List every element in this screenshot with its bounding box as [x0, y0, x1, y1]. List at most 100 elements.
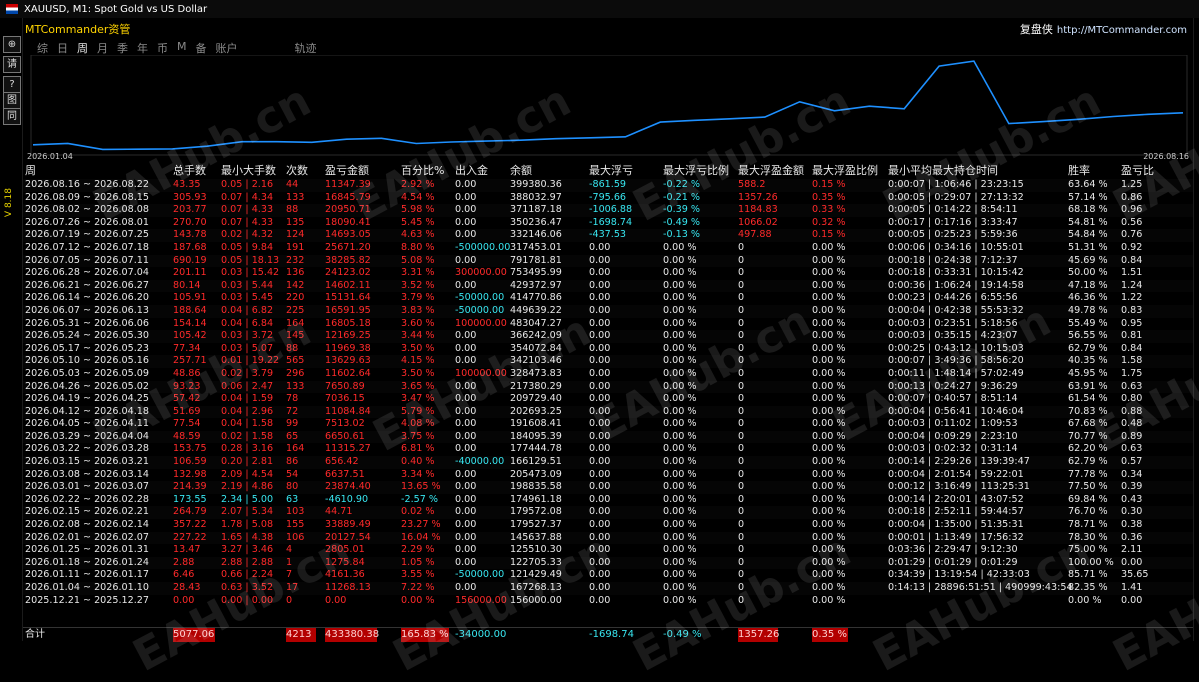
help-button[interactable]: ?: [3, 76, 21, 93]
brand-url: http://MTCommander.com: [1056, 25, 1187, 36]
table-row[interactable]: 2026.06.07 ~ 2026.06.13 188.64 0.04 | 6.82…: [23, 304, 1193, 318]
table-row[interactable]: 2026.07.12 ~ 2026.07.18 187.68 0.05 | 9.84…: [23, 242, 1193, 255]
tab-1[interactable]: 日: [57, 40, 68, 56]
table-cell: 11084.84: [325, 405, 371, 417]
table-cell: 0.00: [589, 443, 611, 455]
column-header[interactable]: 最大浮亏: [589, 163, 633, 179]
table-cell: 0.00: [589, 355, 611, 367]
table-row[interactable]: 2026.04.12 ~ 2026.04.18 51.69 0.04 | 2.96 7…: [23, 405, 1193, 419]
table-cell: 106.59: [173, 456, 207, 468]
move-icon[interactable]: ⊕: [3, 36, 21, 53]
tab-5[interactable]: 年: [137, 40, 148, 56]
equity-chart: [30, 55, 1188, 156]
table-row[interactable]: 2026.05.03 ~ 2026.05.09 48.86 0.02 | 3.79 2…: [23, 368, 1193, 381]
table-row[interactable]: 2026.03.01 ~ 2026.03.07 214.39 2.19 | 4.86…: [23, 481, 1193, 494]
table-cell: 0:00:07 | 1:06:46 | 23:23:15: [888, 179, 1024, 190]
table-row[interactable]: 2026.03.29 ~ 2026.04.04 48.59 0.02 | 1.58 6…: [23, 430, 1193, 444]
table-row[interactable]: 2026.06.14 ~ 2026.06.20 105.91 0.03 | 5.45…: [23, 292, 1193, 305]
column-header[interactable]: 盈亏金额: [325, 163, 369, 179]
table-row[interactable]: 2026.01.25 ~ 2026.01.31 13.47 3.27 | 3.46 4…: [23, 544, 1193, 557]
sync-button[interactable]: 同: [3, 108, 21, 125]
table-cell: 0.00: [455, 481, 477, 493]
table-row[interactable]: 2026.05.17 ~ 2026.05.23 77.34 0.03 | 5.07 8…: [23, 343, 1193, 356]
table-row[interactable]: 2026.03.15 ~ 2026.03.21 106.59 0.20 | 2.81…: [23, 456, 1193, 469]
table-row[interactable]: 2026.02.08 ~ 2026.02.14 357.22 1.78 | 5.08…: [23, 519, 1193, 532]
table-cell: 0.00 %: [812, 456, 846, 468]
tab-10[interactable]: 轨迹: [295, 40, 317, 56]
table-row[interactable]: 2025.12.21 ~ 2025.12.27 0.00 0.00 | 0.00 0 0…: [23, 595, 1193, 608]
table-row[interactable]: 2026.02.22 ~ 2026.02.28 173.55 2.34 | 5.00…: [23, 494, 1193, 507]
table-cell: 0.00: [455, 330, 477, 342]
table-row[interactable]: 2026.03.08 ~ 2026.03.14 132.98 2.09 | 4.54…: [23, 469, 1193, 482]
table-row[interactable]: 2026.04.26 ~ 2026.05.02 93.23 0.06 | 2.47 1…: [23, 380, 1193, 394]
table-row[interactable]: 2026.07.05 ~ 2026.07.11 690.19 0.05 | 18.1…: [23, 254, 1193, 268]
table-cell: -50000.00: [455, 304, 505, 316]
column-header[interactable]: 胜率: [1068, 163, 1090, 179]
tab-7[interactable]: M: [177, 40, 187, 56]
table-cell: 77.78 %: [1068, 468, 1108, 480]
table-cell: 0.00: [455, 506, 477, 518]
column-header[interactable]: 余额: [510, 163, 532, 179]
table-row[interactable]: 2026.03.22 ~ 2026.03.28 153.75 0.28 | 3.16…: [23, 443, 1193, 456]
column-header[interactable]: 周: [25, 163, 36, 179]
table-cell: 0.63 | 3.52: [221, 582, 274, 593]
column-header[interactable]: 最大浮盈金额: [738, 163, 804, 179]
column-header[interactable]: 盈亏比: [1121, 163, 1154, 179]
table-cell: 13.65 %: [401, 481, 441, 493]
table-cell: 0.00: [589, 292, 611, 304]
table-cell: 0.88: [1121, 405, 1143, 417]
table-row[interactable]: 2026.07.19 ~ 2026.07.25 143.78 0.02 | 4.32…: [23, 229, 1193, 242]
table-cell: 350236.47: [510, 216, 562, 228]
table-row[interactable]: 2026.08.16 ~ 2026.08.22 43.35 0.05 | 2.16 4…: [23, 179, 1193, 192]
table-row[interactable]: 2026.05.31 ~ 2026.06.06 154.14 0.04 | 6.84…: [23, 318, 1193, 331]
table-row[interactable]: 2026.04.05 ~ 2026.04.11 77.54 0.04 | 1.58 9…: [23, 418, 1193, 431]
table-row[interactable]: 2026.08.09 ~ 2026.08.15 305.93 0.07 | 4.34…: [23, 192, 1193, 205]
table-row[interactable]: 2026.05.24 ~ 2026.05.30 105.42 0.03 | 3.72…: [23, 330, 1193, 343]
tab-0[interactable]: 综: [37, 40, 48, 56]
tab-4[interactable]: 季: [117, 40, 128, 56]
table-cell: 0: [738, 569, 745, 581]
table-cell: 0.00: [455, 430, 477, 442]
column-header[interactable]: 次数: [286, 163, 308, 179]
tab-9[interactable]: 账户: [216, 40, 238, 56]
column-header[interactable]: 最大浮亏比例: [663, 163, 729, 179]
brand[interactable]: 复盘侠 http://MTCommander.com: [1020, 21, 1187, 37]
table-cell: 100000.00: [455, 367, 507, 379]
column-header[interactable]: 最大浮盈比例: [812, 163, 878, 179]
table-cell: 0.00 %: [663, 531, 697, 543]
table-cell: 20127.54: [325, 531, 371, 543]
table-cell: 43.35: [173, 179, 201, 190]
table-cell: 145: [286, 330, 305, 342]
table-cell: 85.71 %: [1068, 569, 1108, 581]
chart-button[interactable]: 图: [3, 92, 21, 109]
table-row[interactable]: 2026.01.04 ~ 2026.01.10 28.43 0.63 | 3.52 1…: [23, 582, 1193, 595]
table-cell: 1: [286, 556, 293, 568]
table-row[interactable]: 2026.01.18 ~ 2026.01.24 2.88 2.88 | 2.88 1 1…: [23, 556, 1193, 570]
table-row[interactable]: 2026.01.11 ~ 2026.01.17 6.46 0.66 | 2.24 7 4…: [23, 569, 1193, 582]
table-row[interactable]: 2026.04.19 ~ 2026.04.25 57.42 0.04 | 1.59 7…: [23, 393, 1193, 406]
table-row[interactable]: 2026.02.01 ~ 2026.02.07 227.22 1.65 | 4.38…: [23, 531, 1193, 545]
table-row[interactable]: 2026.05.10 ~ 2026.05.16 257.71 0.01 | 19.2…: [23, 355, 1193, 368]
column-header[interactable]: 出入金: [455, 163, 488, 179]
table-cell: 0.00 %: [1068, 594, 1102, 606]
table-row[interactable]: 2026.02.15 ~ 2026.02.21 264.79 2.07 | 5.34…: [23, 506, 1193, 520]
tab-8[interactable]: 备: [196, 40, 207, 56]
table-cell: 2026.08.16 ~ 2026.08.22: [25, 179, 149, 190]
column-header[interactable]: 总手数: [173, 163, 206, 179]
table-row[interactable]: 2026.06.21 ~ 2026.06.27 80.14 0.03 | 5.44 1…: [23, 279, 1193, 293]
column-header[interactable]: 最小平均最大持仓时间: [888, 163, 998, 179]
tab-2[interactable]: 周: [77, 40, 88, 56]
table-cell: 7: [286, 569, 293, 581]
request-button[interactable]: 请: [3, 56, 21, 73]
table-row[interactable]: 2026.07.26 ~ 2026.08.01 270.70 0.07 | 4.33…: [23, 217, 1193, 230]
table-cell: 0.00: [589, 468, 611, 480]
table-cell: 0: [738, 582, 745, 593]
column-header[interactable]: 百分比%: [401, 163, 444, 179]
table-row[interactable]: 2026.08.02 ~ 2026.08.08 203.77 0.07 | 4.33…: [23, 204, 1193, 217]
table-cell: 388032.97: [510, 191, 562, 203]
table-row[interactable]: 2026.06.28 ~ 2026.07.04 201.11 0.03 | 15.4…: [23, 267, 1193, 280]
column-header[interactable]: 最小大手数: [221, 163, 276, 179]
tab-6[interactable]: 币: [157, 40, 168, 56]
tab-3[interactable]: 月: [97, 40, 108, 56]
table-cell: 0.03 | 5.07: [221, 342, 274, 354]
